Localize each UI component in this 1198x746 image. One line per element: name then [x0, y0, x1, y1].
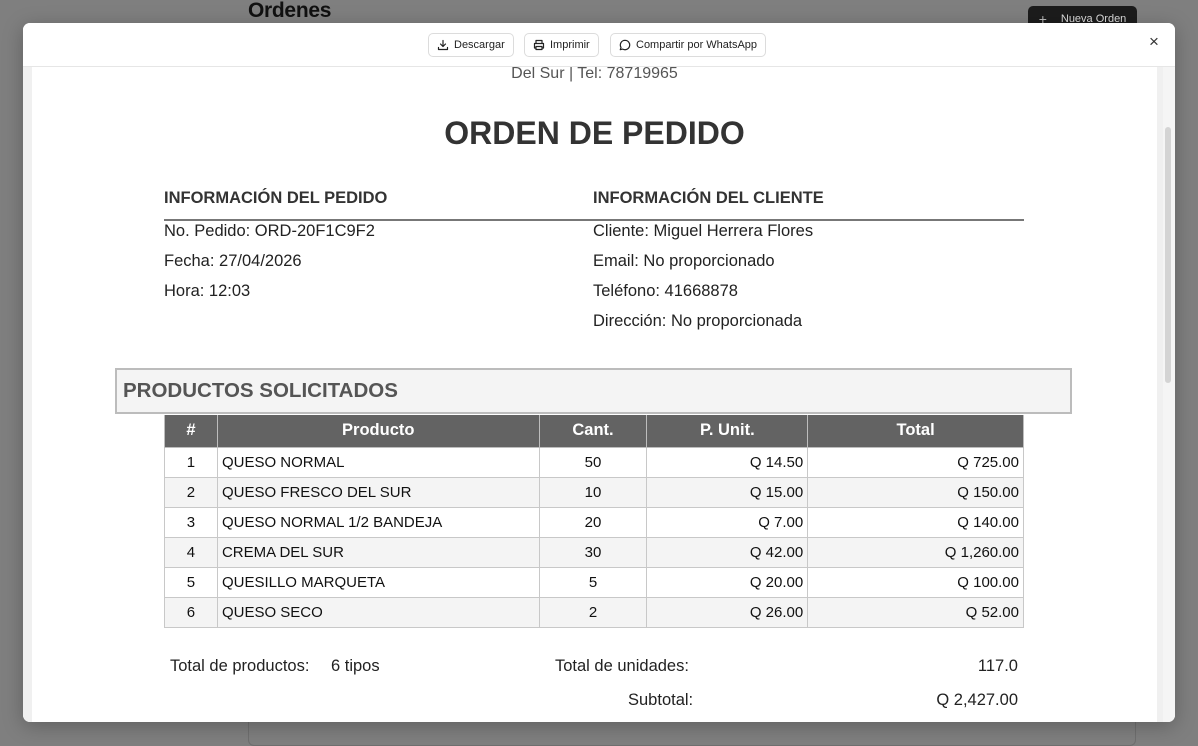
total-units-value: 117.0	[977, 657, 1018, 675]
client-info-section: INFORMACIÓN DEL CLIENTE Cliente: Miguel …	[593, 187, 1023, 340]
share-whatsapp-button[interactable]: Compartir por WhatsApp	[610, 33, 767, 57]
table-header-row: # Producto Cant. P. Unit. Total	[164, 415, 1024, 448]
line-total: Q 1,260.00	[807, 536, 1024, 568]
whatsapp-label: Compartir por WhatsApp	[636, 39, 758, 51]
download-button[interactable]: Descargar	[428, 33, 514, 57]
line-total: Q 100.00	[807, 566, 1024, 598]
table-row: 1 QUESO NORMAL 50 Q 14.50 Q 725.00	[164, 446, 1024, 478]
company-header: Del Sur | Tel: 78719965	[511, 67, 678, 82]
client-phone: Teléfono: 41668878	[593, 282, 738, 300]
unit-price: Q 15.00	[646, 476, 809, 508]
unit-price: Q 42.00	[646, 536, 809, 568]
document-title: ORDEN DE PEDIDO	[444, 115, 745, 151]
quantity: 5	[538, 566, 648, 598]
table-row: 3 QUESO NORMAL 1/2 BANDEJA 20 Q 7.00 Q 1…	[164, 506, 1024, 538]
order-info-section: INFORMACIÓN DEL PEDIDO No. Pedido: ORD-2…	[164, 187, 594, 310]
client-address: Dirección: No proporcionada	[593, 312, 803, 330]
close-button[interactable]: ×	[1145, 33, 1163, 51]
scrollbar-thumb[interactable]	[1165, 127, 1171, 383]
print-label: Imprimir	[550, 39, 590, 51]
row-number: 6	[164, 596, 218, 628]
total-products-label: Total de productos:	[170, 657, 310, 675]
document-viewer: Del Sur | Tel: 78719965 ORDEN DE PEDIDO …	[23, 67, 1175, 722]
products-table: # Producto Cant. P. Unit. Total 1 QUESO …	[164, 415, 1024, 628]
total-products-value: 6 tipos	[331, 657, 380, 675]
unit-price: Q 20.00	[646, 566, 809, 598]
row-number: 4	[164, 536, 218, 568]
row-number: 1	[164, 446, 218, 478]
column-header: Total	[807, 415, 1024, 448]
products-section-header: PRODUCTOS SOLICITADOS	[115, 368, 1072, 414]
quantity: 10	[538, 476, 648, 508]
printer-icon	[533, 39, 545, 51]
client-info-heading: INFORMACIÓN DEL CLIENTE	[593, 189, 824, 207]
line-total: Q 150.00	[807, 476, 1024, 508]
subtotal-label: Subtotal:	[628, 691, 694, 709]
line-total: Q 52.00	[807, 596, 1024, 628]
document-scrollbar[interactable]	[1163, 67, 1175, 722]
line-total: Q 140.00	[807, 506, 1024, 538]
info-divider	[164, 219, 1024, 221]
unit-price: Q 14.50	[646, 446, 809, 478]
product-name: QUESO FRESCO DEL SUR	[216, 476, 540, 508]
product-name: QUESO NORMAL	[216, 446, 540, 478]
order-info-heading: INFORMACIÓN DEL PEDIDO	[164, 189, 388, 207]
table-row: 6 QUESO SECO 2 Q 26.00 Q 52.00	[164, 596, 1024, 628]
order-time: Hora: 12:03	[164, 282, 251, 300]
total-units-label: Total de unidades:	[555, 657, 689, 675]
product-name: QUESO NORMAL 1/2 BANDEJA	[216, 506, 540, 538]
column-header: P. Unit.	[646, 415, 809, 448]
page-title: Ordenes	[248, 0, 332, 22]
table-row: 2 QUESO FRESCO DEL SUR 10 Q 15.00 Q 150.…	[164, 476, 1024, 508]
row-number: 2	[164, 476, 218, 508]
quantity: 50	[538, 446, 648, 478]
column-header: Producto	[216, 415, 540, 448]
product-name: CREMA DEL SUR	[216, 536, 540, 568]
table-row: 4 CREMA DEL SUR 30 Q 42.00 Q 1,260.00	[164, 536, 1024, 568]
download-label: Descargar	[454, 39, 505, 51]
chat-bubble-icon	[619, 39, 631, 51]
row-number: 5	[164, 566, 218, 598]
column-header: Cant.	[538, 415, 648, 448]
product-name: QUESILLO MARQUETA	[216, 566, 540, 598]
unit-price: Q 26.00	[646, 596, 809, 628]
product-name: QUESO SECO	[216, 596, 540, 628]
order-number: No. Pedido: ORD-20F1C9F2	[164, 222, 375, 240]
order-preview-modal: Descargar Imprimir Compartir por WhatsAp…	[23, 23, 1175, 722]
products-heading: PRODUCTOS SOLICITADOS	[123, 379, 398, 402]
print-button[interactable]: Imprimir	[524, 33, 599, 57]
modal-toolbar: Descargar Imprimir Compartir por WhatsAp…	[23, 23, 1175, 67]
line-total: Q 725.00	[807, 446, 1024, 478]
client-email: Email: No proporcionado	[593, 252, 775, 270]
quantity: 20	[538, 506, 648, 538]
order-document: Del Sur | Tel: 78719965 ORDEN DE PEDIDO …	[32, 67, 1157, 722]
row-number: 3	[164, 506, 218, 538]
quantity: 30	[538, 536, 648, 568]
download-icon	[437, 39, 449, 51]
order-date: Fecha: 27/04/2026	[164, 252, 302, 270]
table-row: 5 QUESILLO MARQUETA 5 Q 20.00 Q 100.00	[164, 566, 1024, 598]
quantity: 2	[538, 596, 648, 628]
unit-price: Q 7.00	[646, 506, 809, 538]
client-name: Cliente: Miguel Herrera Flores	[593, 222, 814, 240]
column-header: #	[164, 415, 218, 448]
subtotal-value: Q 2,427.00	[936, 691, 1018, 709]
